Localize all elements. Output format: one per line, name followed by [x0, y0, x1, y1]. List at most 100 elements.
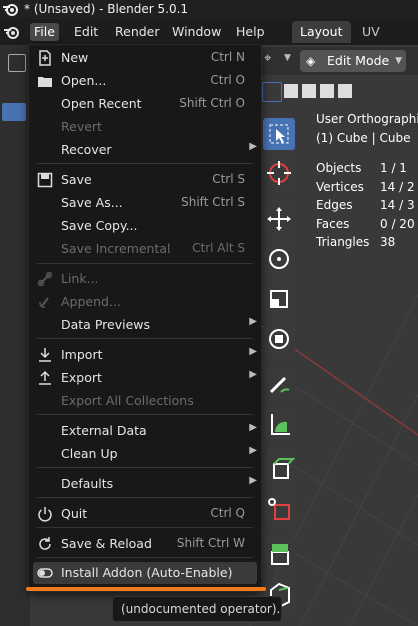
object-line: (1) Cube | Cube: [316, 130, 411, 145]
view-options-icon[interactable]: ⌖: [264, 51, 271, 66]
edit-mode-icon: ◈: [306, 54, 316, 68]
reload-icon: [39, 537, 51, 550]
measure-icon: [271, 414, 290, 435]
menu-item-save-copy[interactable]: Save Copy...: [29, 215, 261, 237]
save-disk-icon: [37, 172, 53, 188]
move-icon: [267, 207, 291, 231]
select-subtract-icon[interactable]: [302, 84, 316, 98]
tool-select[interactable]: [263, 118, 295, 150]
folder-icon: [38, 77, 52, 87]
stat-row-faces: Faces 0 / 20: [316, 216, 415, 231]
blender-logo-icon: [3, 4, 18, 16]
left-tool-strip: [0, 45, 30, 626]
select-extend-icon[interactable]: [284, 84, 298, 98]
menu-item-save-reload[interactable]: Save & Reload Shift Ctrl W: [29, 533, 261, 555]
menu-item-export-all-collections: Export All Collections: [61, 393, 194, 408]
tool-rotate[interactable]: [263, 243, 295, 275]
tooltip: (undocumented operator).: [112, 596, 282, 622]
menu-separator: [37, 557, 253, 558]
knife-icon: [268, 498, 290, 520]
tool-cursor[interactable]: [263, 157, 295, 189]
menu-item-recover[interactable]: Recover ▶: [29, 139, 261, 161]
menu-item-open-recent[interactable]: Open Recent Shift Ctrl O: [29, 93, 261, 115]
menu-render[interactable]: Render: [111, 23, 164, 41]
scale-icon: [270, 290, 288, 308]
submenu-arrow-icon: ▶: [249, 422, 257, 433]
file-menu-dropdown: New Ctrl N Open... Ctrl O Open Recent Sh…: [28, 44, 262, 592]
submenu-arrow-icon: ▶: [249, 346, 257, 357]
menu-item-install-addon[interactable]: Install Addon (Auto-Enable): [33, 562, 257, 584]
tool-transform[interactable]: [263, 323, 295, 355]
window-title: * (Unsaved) - Blender 5.0.1: [24, 2, 189, 16]
submenu-arrow-icon: ▶: [249, 316, 257, 327]
import-icon: [39, 348, 51, 362]
menu-item-save[interactable]: Save Ctrl S: [29, 169, 261, 191]
menu-separator: [37, 414, 253, 415]
select-new-icon[interactable]: [262, 82, 282, 102]
extrude-icon: [271, 544, 289, 565]
blender-menu-icon[interactable]: [2, 23, 22, 41]
append-icon: [39, 297, 49, 308]
submenu-arrow-icon: ▶: [249, 445, 257, 456]
menu-item-export[interactable]: Export ▶: [29, 367, 261, 389]
menu-edit[interactable]: Edit: [70, 23, 102, 41]
submenu-arrow-icon: ▶: [249, 141, 257, 152]
menu-item-revert: Revert: [61, 119, 102, 134]
export-icon: [39, 370, 51, 385]
mode-selector[interactable]: ◈ Edit Mode ▼: [300, 50, 406, 72]
mode-label: Edit Mode: [327, 53, 390, 68]
viewport-stats: User Orthographic (1) Cube | Cube Object…: [316, 110, 418, 252]
menu-file[interactable]: File: [30, 23, 59, 41]
menu-item-data-previews[interactable]: Data Previews ▶: [29, 314, 261, 336]
menu-bar: File Edit Render Window Help Layout UV c…: [0, 19, 418, 61]
rotate-icon: [269, 249, 289, 269]
menu-item-defaults[interactable]: Defaults ▶: [29, 473, 261, 495]
menu-window[interactable]: Window: [168, 23, 225, 41]
stat-row-objects: Objects 1 / 1: [316, 161, 407, 175]
select-invert-icon[interactable]: [320, 84, 334, 98]
menu-item-save-as[interactable]: Save As... Shift Ctrl S: [29, 192, 261, 214]
submenu-arrow-icon: ▶: [249, 475, 257, 486]
menu-item-new[interactable]: New Ctrl N: [29, 47, 261, 69]
plugin-toggle-icon: [37, 568, 53, 578]
transform-icon: [269, 329, 289, 349]
menu-separator: [37, 338, 253, 339]
tool-measure[interactable]: [263, 408, 295, 440]
menu-item-save-incremental: Save Incremental Ctrl Alt S: [61, 241, 245, 256]
title-bar: * (Unsaved) - Blender 5.0.1: [0, 0, 418, 19]
view-dropdown-icon[interactable]: ▼: [284, 53, 291, 63]
menu-item-append: Append...: [29, 291, 261, 313]
tab-uv-check[interactable]: UV check: [354, 21, 418, 61]
power-icon: [38, 507, 52, 522]
tab-layout[interactable]: Layout: [292, 21, 351, 43]
stat-row-triangles: Triangles 38: [316, 235, 396, 249]
select-intersect-icon[interactable]: [338, 84, 352, 98]
tool-extrude[interactable]: [263, 538, 295, 570]
view-title: User Orthographic: [316, 112, 418, 126]
tool-add-cube[interactable]: [263, 453, 296, 485]
link-icon: [37, 271, 53, 287]
tool-knife[interactable]: [263, 493, 295, 525]
cursor-3d-icon: [267, 161, 291, 185]
stat-row-vertices: Vertices 14 / 2: [316, 179, 415, 194]
chevron-down-icon: ▼: [395, 56, 402, 66]
tool-move[interactable]: [263, 203, 295, 235]
left-strip-icon[interactable]: [8, 54, 26, 72]
menu-item-external-data[interactable]: External Data ▶: [29, 420, 261, 442]
submenu-arrow-icon: ▶: [249, 369, 257, 380]
add-cube-icon: [273, 458, 296, 479]
select-mode-buttons: [262, 82, 352, 102]
tool-annotate[interactable]: [263, 368, 295, 400]
menu-separator: [37, 263, 253, 264]
menu-item-clean-up[interactable]: Clean Up ▶: [29, 443, 261, 465]
menu-item-quit[interactable]: Quit Ctrl Q: [29, 503, 261, 525]
menu-help[interactable]: Help: [232, 23, 269, 41]
selected-vertex-icon[interactable]: [2, 103, 26, 121]
highlight-underline: [26, 587, 266, 591]
menu-separator: [37, 527, 253, 528]
tool-scale[interactable]: [263, 283, 295, 315]
menu-item-import[interactable]: Import ▶: [29, 344, 261, 366]
menu-separator: [37, 163, 253, 164]
menu-item-open[interactable]: Open... Ctrl O: [29, 70, 261, 92]
menu-separator: [37, 497, 253, 498]
